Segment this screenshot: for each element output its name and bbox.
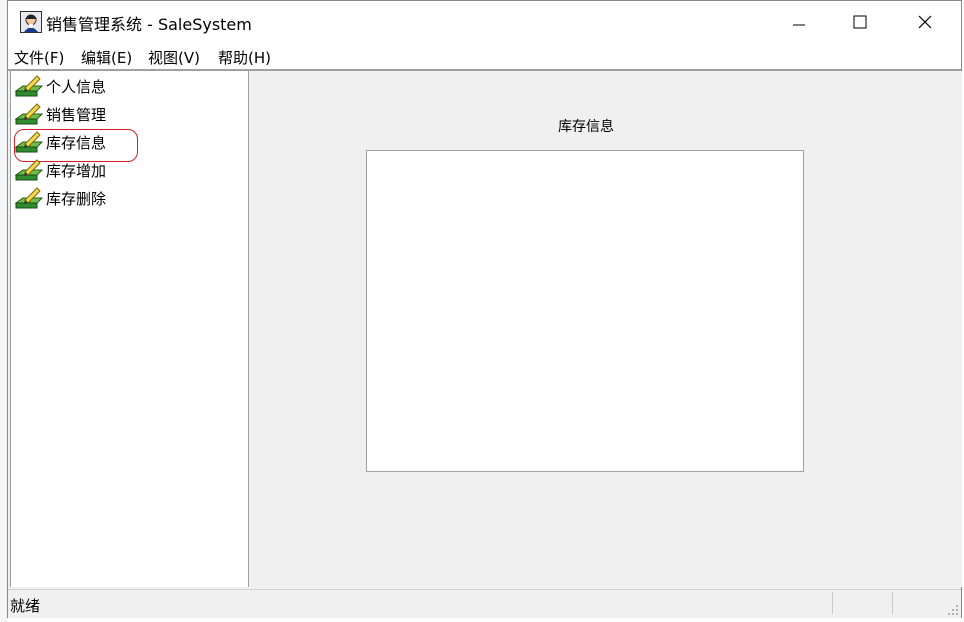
menu-view[interactable]: 视图(V) — [148, 47, 200, 68]
resize-grip-icon[interactable] — [947, 604, 959, 616]
tree-item-inventory-add[interactable]: 库存增加 — [15, 157, 106, 183]
menu-bar: 文件(F) 编辑(E) 视图(V) 帮助(H) — [8, 43, 961, 69]
minimize-button[interactable] — [774, 1, 824, 43]
status-text: 就绪 — [10, 597, 41, 615]
tree-item-label: 销售管理 — [46, 105, 107, 124]
status-bar: 就绪 — [8, 589, 961, 618]
tree-item-label: 库存删除 — [46, 189, 107, 208]
edit-tray-icon — [15, 75, 43, 97]
maximize-button[interactable] — [835, 1, 885, 43]
edit-tray-icon — [15, 159, 43, 181]
content-pane: 库存信息 — [248, 71, 962, 587]
edit-tray-icon — [15, 131, 43, 153]
menu-file[interactable]: 文件(F) — [14, 47, 64, 68]
tree-item-inventory-info[interactable]: 库存信息 — [15, 129, 106, 155]
tree-item-label: 库存信息 — [46, 133, 107, 152]
tree-item-label: 库存增加 — [46, 161, 107, 180]
app-person-icon — [20, 11, 42, 33]
nav-tree[interactable]: 个人信息 销售管理 库存信息 库存增加 库存删除 — [10, 71, 249, 587]
content-title: 库存信息 — [558, 119, 614, 135]
status-pane-1 — [832, 592, 893, 614]
inventory-list-box[interactable] — [366, 150, 804, 472]
tree-item-inventory-delete[interactable]: 库存删除 — [15, 185, 106, 211]
tree-item-label: 个人信息 — [46, 77, 107, 96]
menu-edit[interactable]: 编辑(E) — [81, 47, 132, 68]
close-button[interactable] — [900, 1, 950, 43]
title-bar[interactable]: 销售管理系统 - SaleSystem — [8, 1, 961, 43]
edit-tray-icon — [15, 103, 43, 125]
minimize-icon — [793, 24, 805, 26]
edit-tray-icon — [15, 187, 43, 209]
close-icon — [918, 15, 932, 29]
app-window: 销售管理系统 - SaleSystem 文件(F) 编辑(E) 视图(V) 帮助… — [7, 0, 962, 618]
status-pane-2 — [892, 592, 943, 614]
tree-item-personal-info[interactable]: 个人信息 — [15, 73, 106, 99]
menu-help[interactable]: 帮助(H) — [218, 47, 271, 68]
tree-item-sales-management[interactable]: 销售管理 — [15, 101, 106, 127]
window-title: 销售管理系统 - SaleSystem — [46, 15, 252, 34]
maximize-icon — [853, 15, 867, 29]
